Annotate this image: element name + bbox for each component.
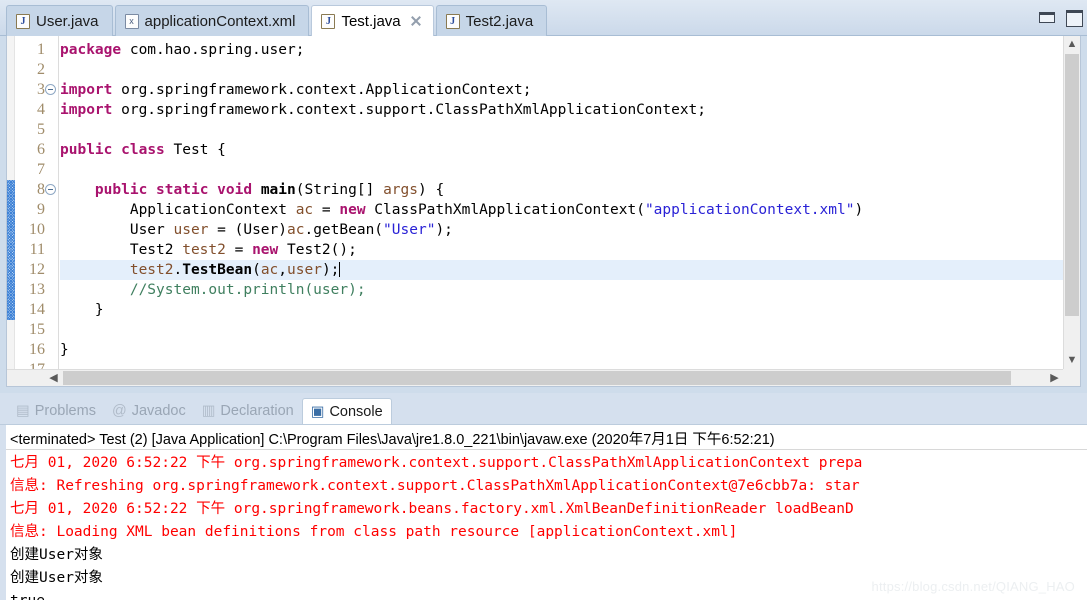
console-line: 七月 01, 2020 6:52:22 下午 org.springframewo… <box>10 501 854 517</box>
line-number: 14 <box>29 301 45 318</box>
code-editor[interactable]: 1234567891011121314151617 package com.ha… <box>6 36 1081 387</box>
java-file-icon: J <box>16 13 30 29</box>
line-number: 9 <box>37 201 45 218</box>
bottom-tab-declaration[interactable]: ▥ Declaration <box>194 398 302 424</box>
line-number: 2 <box>37 61 45 78</box>
scroll-right-icon[interactable]: ▶ <box>1046 370 1063 386</box>
editor-vertical-scrollbar[interactable]: ▲ ▼ <box>1063 36 1080 369</box>
window-controls <box>1037 8 1083 27</box>
code-line: User user = (User)ac.getBean("User"); <box>60 222 453 238</box>
bottom-tab-javadoc[interactable]: @ Javadoc <box>104 398 194 424</box>
line-number: 10 <box>29 221 45 238</box>
code-line: public static void main(String[] args) { <box>94 182 445 198</box>
problems-icon: ▤ <box>16 403 30 419</box>
code-line: } <box>60 302 104 318</box>
line-number-gutter[interactable]: 1234567891011121314151617 <box>15 36 59 386</box>
code-text-area[interactable]: package com.hao.spring.user; import org.s… <box>60 36 1080 386</box>
bottom-tab-label: Console <box>329 403 383 420</box>
scroll-up-icon[interactable]: ▲ <box>1064 36 1080 53</box>
scroll-down-icon[interactable]: ▼ <box>1064 352 1080 369</box>
bottom-tab-console[interactable]: ▣ Console <box>301 398 392 424</box>
bottom-tab-label: Javadoc <box>131 403 186 419</box>
line-number: 5 <box>37 121 45 138</box>
bottom-tab-label: Problems <box>34 403 96 419</box>
declaration-icon: ▥ <box>201 403 216 419</box>
fold-collapse-icon[interactable] <box>45 184 56 195</box>
bottom-tab-label: Declaration <box>220 403 294 419</box>
console-line: 七月 01, 2020 6:52:22 下午 org.springframewo… <box>10 455 863 471</box>
code-line: test2.TestBean(ac,user); <box>129 262 341 278</box>
change-bar-marker <box>7 180 15 320</box>
editor-tab-user-java[interactable]: J User.java <box>6 5 113 36</box>
editor-tab-test-java[interactable]: J Test.java <box>311 5 434 36</box>
console-view[interactable]: <terminated> Test (2) [Java Application]… <box>0 424 1087 600</box>
horizontal-scroll-thumb[interactable] <box>63 371 1011 385</box>
scroll-left-icon[interactable]: ◀ <box>45 370 62 386</box>
editor-tab-label: Test2.java <box>465 12 534 30</box>
editor-tab-list: J User.java x applicationContext.xml J Test.j… <box>6 5 549 36</box>
console-line: 创建User对象 <box>10 547 103 563</box>
minimize-icon[interactable] <box>1037 8 1056 24</box>
line-number: 4 <box>37 101 45 118</box>
java-file-icon: J <box>321 13 336 29</box>
xml-file-icon: x <box>124 13 139 29</box>
java-file-icon: J <box>445 13 460 29</box>
editor-tab-applicationcontext-xml[interactable]: x applicationContext.xml <box>114 5 310 36</box>
code-line: } <box>60 342 69 358</box>
code-line: public class Test { <box>60 142 226 158</box>
code-line: package com.hao.spring.user; <box>60 42 305 58</box>
editor-tab-label: User.java <box>36 12 99 30</box>
console-divider <box>6 449 1087 450</box>
maximize-icon[interactable] <box>1064 8 1083 27</box>
line-number: 8 <box>37 181 45 198</box>
watermark-text: https://blog.csdn.net/QIANG_HAO <box>871 579 1075 594</box>
code-line: Test2 test2 = new Test2(); <box>60 242 357 258</box>
console-line: 创建User对象 <box>10 570 103 586</box>
console-line: 信息: Loading XML bean definitions from cl… <box>10 524 738 540</box>
line-number: 3 <box>37 81 45 98</box>
editor-tab-label: Test.java <box>341 12 401 30</box>
annotation-ruler <box>7 36 15 386</box>
console-terminated-label: <terminated> Test (2) [Java Application]… <box>10 432 775 448</box>
bottom-tab-list: ▤ Problems @ Javadoc ▥ Declaration ▣ Console <box>8 398 392 424</box>
editor-tab-label: applicationContext.xml <box>144 12 296 30</box>
scrollbar-corner <box>1063 369 1080 386</box>
bottom-tab-problems[interactable]: ▤ Problems <box>8 398 104 424</box>
editor-horizontal-scrollbar[interactable]: ◀ ▶ <box>7 369 1063 386</box>
line-number: 7 <box>37 161 45 178</box>
line-number: 12 <box>29 261 45 278</box>
close-icon[interactable] <box>410 15 422 27</box>
editor-tab-bar: J User.java x applicationContext.xml J Test.j… <box>0 0 1087 36</box>
vertical-scroll-thumb[interactable] <box>1065 54 1079 316</box>
console-line: true <box>10 590 45 600</box>
code-line: import org.springframework.context.suppo… <box>60 102 707 118</box>
bottom-panel: ▤ Problems @ Javadoc ▥ Declaration ▣ Console <t… <box>0 393 1087 600</box>
editor-tab-test2-java[interactable]: J Test2.java <box>435 5 548 36</box>
console-left-margin <box>0 425 6 600</box>
line-number: 13 <box>29 281 45 298</box>
line-number: 15 <box>29 321 45 338</box>
javadoc-icon: @ <box>111 403 127 419</box>
fold-collapse-icon[interactable] <box>45 84 56 95</box>
eclipse-ide-window: J User.java x applicationContext.xml J Test.j… <box>0 0 1087 600</box>
code-line: //System.out.println(user); <box>129 282 366 298</box>
code-line: ApplicationContext ac = new ClassPathXml… <box>60 202 864 218</box>
line-number: 1 <box>37 41 45 58</box>
console-line: 信息: Refreshing org.springframework.conte… <box>10 478 860 494</box>
console-icon: ▣ <box>310 403 325 420</box>
code-line: import org.springframework.context.Appli… <box>60 82 532 98</box>
line-number: 11 <box>29 241 45 258</box>
line-number: 6 <box>37 141 45 158</box>
line-number: 16 <box>29 341 45 358</box>
